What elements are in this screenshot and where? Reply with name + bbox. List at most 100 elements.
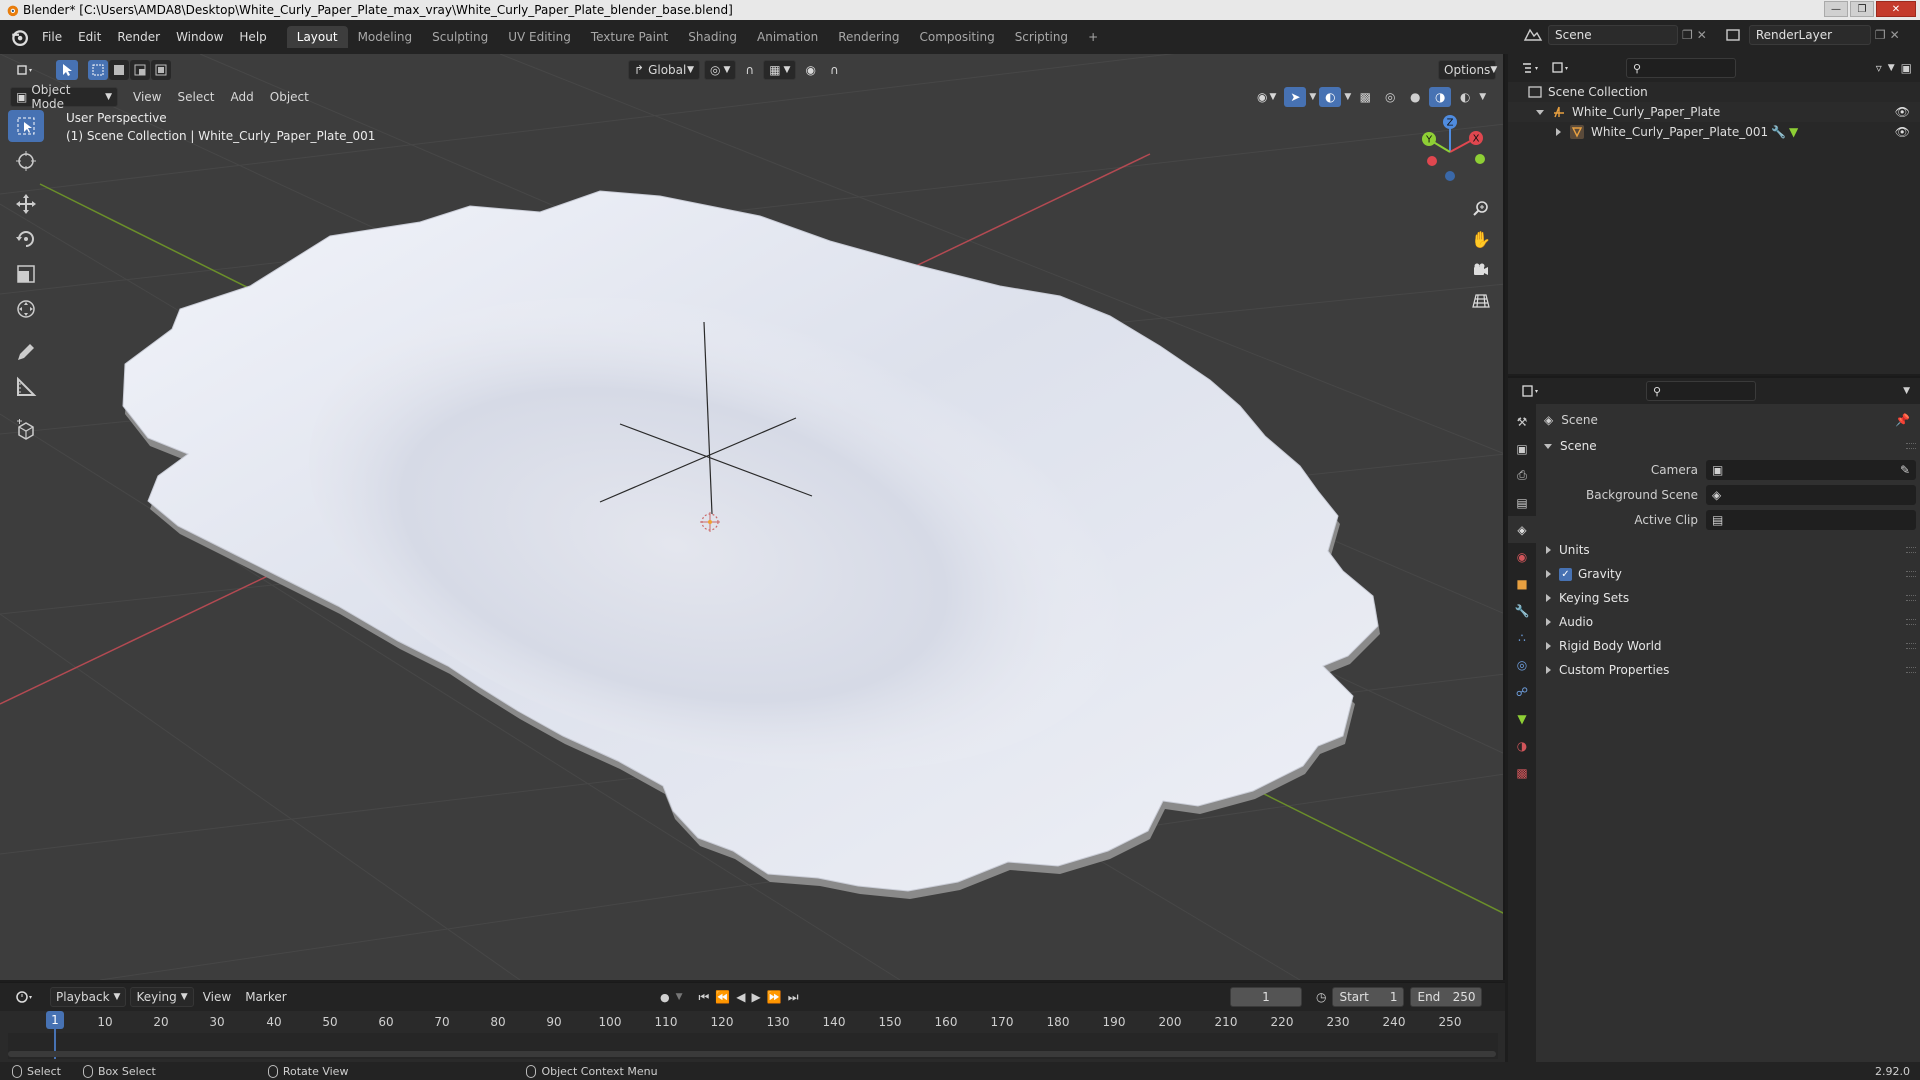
tab-output[interactable]: ⎙ — [1508, 462, 1536, 489]
end-frame-field[interactable]: End 250 — [1410, 987, 1483, 1007]
select-mode-subtract[interactable] — [130, 60, 150, 80]
panel-drag-handle[interactable] — [1906, 667, 1916, 673]
timeline-scrollbar[interactable] — [8, 1051, 1496, 1057]
panel-drag-handle[interactable] — [1906, 443, 1916, 449]
record-keyframe-icon[interactable]: ● — [660, 991, 670, 1004]
tab-rendering[interactable]: Rendering — [828, 26, 909, 48]
tab-physics[interactable]: ◎ — [1508, 651, 1536, 678]
tab-shading[interactable]: Shading — [678, 26, 747, 48]
background-scene-field[interactable]: ◈ — [1706, 485, 1916, 505]
options-dropdown[interactable]: Options ▼ — [1438, 60, 1497, 80]
remove-scene-icon[interactable]: ✕ — [1697, 28, 1707, 42]
scale-tool[interactable] — [8, 258, 44, 290]
jump-end-icon[interactable]: ⏭ — [788, 990, 799, 1005]
viewport-menu-object[interactable]: Object — [265, 87, 314, 107]
outliner-row-collection[interactable]: White_Curly_Paper_Plate 👁 — [1508, 102, 1920, 122]
select-box-tool[interactable] — [8, 110, 44, 142]
perspective-toggle-button[interactable] — [1467, 287, 1495, 315]
measure-tool[interactable] — [8, 371, 44, 403]
object-mode-dropdown[interactable]: ▣ Object Mode ▼ — [10, 83, 118, 111]
tab-uv-editing[interactable]: UV Editing — [498, 26, 581, 48]
panel-drag-handle[interactable] — [1906, 547, 1916, 553]
collapse-arrow-icon[interactable] — [1556, 128, 1561, 136]
panel-drag-handle[interactable] — [1906, 643, 1916, 649]
display-mode-dropdown[interactable] — [1546, 58, 1576, 78]
tab-texture-paint[interactable]: Texture Paint — [581, 26, 678, 48]
move-tool[interactable] — [8, 188, 44, 220]
snap-toggle[interactable]: ∩ — [740, 60, 759, 80]
gravity-panel-header[interactable]: ✓ Gravity — [1536, 564, 1920, 584]
tab-layout[interactable]: Layout — [286, 26, 348, 48]
zoom-view-button[interactable] — [1467, 194, 1495, 222]
keying-menu[interactable]: Keying ▼ — [130, 987, 194, 1007]
outliner-editor-type-button[interactable] — [1516, 58, 1546, 78]
preview-range-icon[interactable]: ◷ — [1316, 990, 1326, 1004]
camera-field[interactable]: ▣ ✎ — [1706, 460, 1916, 480]
tab-sculpting[interactable]: Sculpting — [422, 26, 498, 48]
close-button[interactable]: ✕ — [1876, 1, 1916, 17]
playback-menu[interactable]: Playback ▼ — [50, 987, 127, 1007]
scene-icon[interactable] — [1522, 26, 1544, 44]
chevron-down-icon[interactable]: ▼ — [676, 992, 683, 1002]
chevron-down-icon[interactable]: ▼ — [1903, 386, 1910, 396]
audio-panel-header[interactable]: Audio — [1536, 612, 1920, 632]
custom-properties-panel-header[interactable]: Custom Properties — [1536, 660, 1920, 680]
play-reverse-icon[interactable]: ◀ — [736, 990, 745, 1004]
select-mode-intersect[interactable] — [151, 60, 171, 80]
transform-orientation-dropdown[interactable]: ↱ Global ▼ — [628, 60, 700, 80]
tab-object[interactable]: ■ — [1508, 570, 1536, 597]
new-collection-icon[interactable]: ▣ — [1901, 61, 1912, 75]
gizmo-toggle[interactable]: ➤ — [1284, 87, 1307, 107]
falloff-dropdown[interactable]: ∩ — [825, 60, 844, 80]
proportional-edit-toggle[interactable]: ◉ — [800, 60, 820, 80]
pin-icon[interactable]: 📌 — [1895, 413, 1910, 427]
tab-animation[interactable]: Animation — [747, 26, 828, 48]
tab-modeling[interactable]: Modeling — [348, 26, 423, 48]
scene-selector[interactable]: Scene — [1548, 25, 1678, 45]
overlay-toggle[interactable]: ◐ — [1319, 87, 1342, 107]
tab-material[interactable]: ◑ — [1508, 732, 1536, 759]
3d-viewport[interactable]: ↱ Global ▼ ◎ ▼ ∩ ▦ ▼ ◉ ∩ Options ▼ ▣ Objec… — [0, 54, 1505, 980]
timeline-marker-menu[interactable]: Marker — [240, 987, 291, 1007]
rotate-tool[interactable] — [8, 223, 44, 255]
scene-panel-header[interactable]: Scene — [1536, 436, 1920, 456]
tab-data[interactable]: ▼ — [1508, 705, 1536, 732]
tab-view-layer[interactable]: ▤ — [1508, 489, 1536, 516]
snap-target-dropdown[interactable]: ▦ ▼ — [763, 60, 797, 80]
properties-search-input[interactable]: ⚲ — [1646, 381, 1756, 401]
visibility-eye-icon[interactable]: 👁 — [1895, 125, 1910, 139]
tab-texture[interactable]: ▩ — [1508, 759, 1536, 786]
tab-world[interactable]: ◉ — [1508, 543, 1536, 570]
mesh-data-icon[interactable]: ▼ — [1789, 125, 1798, 139]
filter-icon[interactable]: ▿ — [1876, 61, 1882, 75]
viewport-menu-add[interactable]: Add — [226, 87, 259, 107]
chevron-down-icon[interactable]: ▼ — [1888, 63, 1895, 73]
render-layer-selector[interactable]: RenderLayer — [1748, 25, 1871, 45]
xray-toggle[interactable]: ▩ — [1354, 87, 1376, 107]
expand-arrow-icon[interactable] — [1536, 109, 1544, 115]
units-panel-header[interactable]: Units — [1536, 540, 1920, 560]
shading-wireframe[interactable]: ◎ — [1379, 87, 1401, 107]
eyedropper-icon[interactable]: ✎ — [1900, 463, 1910, 477]
tab-modifiers[interactable]: 🔧 — [1508, 597, 1536, 624]
add-workspace-button[interactable]: + — [1078, 26, 1108, 48]
tab-scripting[interactable]: Scripting — [1005, 26, 1078, 48]
pivot-point-dropdown[interactable]: ◎ ▼ — [704, 60, 737, 80]
panel-drag-handle[interactable] — [1906, 619, 1916, 625]
tab-particles[interactable]: ∴ — [1508, 624, 1536, 651]
timeline-ruler[interactable]: 10 20 30 40 50 60 70 80 90 100 110 120 1… — [8, 1011, 1498, 1033]
menu-edit[interactable]: Edit — [70, 26, 109, 48]
blender-menu-icon[interactable] — [10, 28, 28, 46]
shading-rendered[interactable]: ◐ — [1454, 87, 1476, 107]
outliner-row-scene-collection[interactable]: Scene Collection — [1508, 82, 1920, 102]
keying-sets-panel-header[interactable]: Keying Sets — [1536, 588, 1920, 608]
menu-file[interactable]: File — [34, 26, 70, 48]
modifier-wrench-icon[interactable]: 🔧 — [1771, 125, 1786, 139]
select-mode-new[interactable] — [88, 60, 108, 80]
visibility-eye-icon[interactable]: 👁 — [1895, 105, 1910, 119]
active-clip-field[interactable]: ▤ — [1706, 510, 1916, 530]
select-tool-button[interactable] — [56, 60, 78, 80]
panel-drag-handle[interactable] — [1906, 571, 1916, 577]
start-frame-field[interactable]: Start 1 — [1332, 987, 1405, 1007]
shading-solid[interactable]: ● — [1404, 87, 1426, 107]
